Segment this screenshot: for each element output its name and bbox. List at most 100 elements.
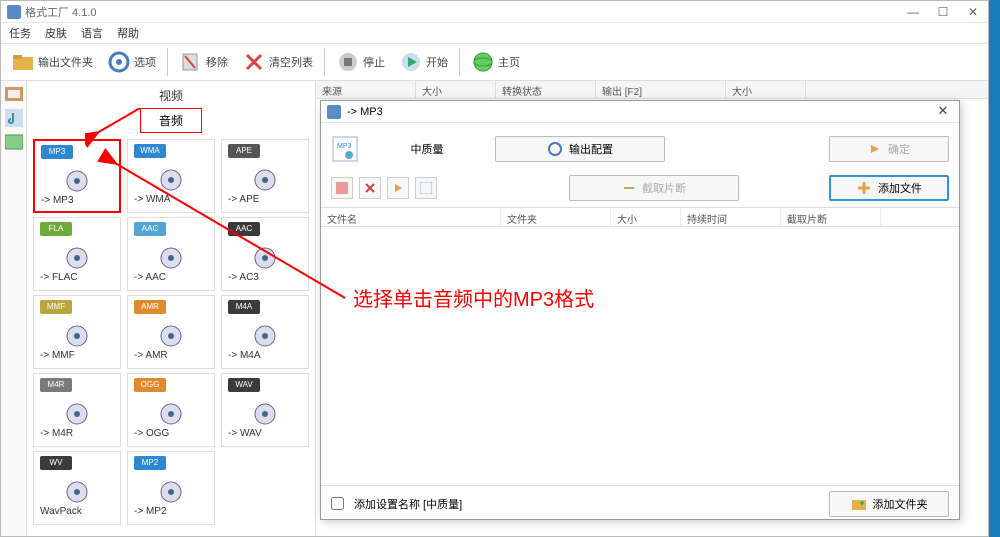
format-wav[interactable]: WAV -> WAV bbox=[221, 373, 309, 447]
format-file-icon bbox=[61, 472, 93, 504]
format-flac[interactable]: FLA-> FLAC bbox=[33, 217, 121, 291]
task-list-header: 来源 大小 转换状态 输出 [F2] 大小 bbox=[316, 81, 988, 99]
ok-button[interactable]: 确定 bbox=[829, 136, 949, 162]
picture-tab-icon[interactable] bbox=[5, 133, 23, 151]
format-label: -> WMA bbox=[134, 194, 170, 205]
add-file-button[interactable]: 添加文件 bbox=[829, 175, 949, 201]
col-status[interactable]: 转换状态 bbox=[496, 81, 596, 98]
format-wv[interactable]: WVWavPack bbox=[33, 451, 121, 525]
format-amr[interactable]: AMR-> AMR bbox=[127, 295, 215, 369]
format-file-icon bbox=[155, 238, 187, 270]
format-ape[interactable]: APE-> APE bbox=[221, 139, 309, 213]
format-label: -> AC3 bbox=[228, 272, 259, 283]
format-badge: WV bbox=[40, 456, 72, 470]
arrow-right-icon bbox=[868, 142, 882, 156]
x-icon bbox=[364, 182, 376, 194]
format-badge: MP2 bbox=[134, 456, 166, 470]
dialog-close-button[interactable]: ✕ bbox=[931, 103, 955, 119]
format-label: -> M4R bbox=[40, 428, 73, 439]
col-source[interactable]: 来源 bbox=[316, 81, 416, 98]
stop-button[interactable]: 停止 bbox=[330, 47, 391, 77]
clear-button[interactable]: 清空列表 bbox=[236, 47, 319, 77]
col-size2[interactable]: 大小 bbox=[726, 81, 806, 98]
output-folder-button[interactable]: 输出文件夹 bbox=[5, 47, 99, 77]
close-button[interactable]: ✕ bbox=[958, 1, 988, 23]
add-setting-checkbox[interactable] bbox=[331, 497, 344, 510]
minimize-button[interactable]: — bbox=[898, 1, 928, 23]
format-file-icon bbox=[249, 238, 281, 270]
format-badge: MMF bbox=[40, 300, 72, 314]
maximize-button[interactable]: ☐ bbox=[928, 1, 958, 23]
remove-button[interactable]: 移除 bbox=[173, 47, 234, 77]
quality-label: 中质量 bbox=[367, 141, 487, 157]
separator bbox=[459, 48, 460, 76]
clear-icon bbox=[336, 182, 348, 194]
option-button[interactable]: 选项 bbox=[101, 47, 162, 77]
format-badge: WAV bbox=[228, 378, 260, 392]
format-m4r[interactable]: M4R -> M4R bbox=[33, 373, 121, 447]
format-badge: OGG bbox=[134, 378, 166, 392]
play-preview-button[interactable] bbox=[387, 177, 409, 199]
start-button[interactable]: 开始 bbox=[393, 47, 454, 77]
menu-help[interactable]: 帮助 bbox=[117, 25, 139, 41]
format-ogg[interactable]: OGG -> OGG bbox=[127, 373, 215, 447]
format-wma[interactable]: WMA-> WMA bbox=[127, 139, 215, 213]
dialog-title: -> MP3 bbox=[347, 106, 383, 118]
home-button[interactable]: 主页 bbox=[465, 47, 526, 77]
format-mp3[interactable]: MP3-> MP3 bbox=[33, 139, 121, 213]
category-video[interactable]: 视频 bbox=[27, 81, 315, 108]
col-duration[interactable]: 持续时间 bbox=[681, 208, 781, 226]
scissors-icon bbox=[622, 181, 636, 195]
col-folder[interactable]: 文件夹 bbox=[501, 208, 611, 226]
col-size[interactable]: 大小 bbox=[416, 81, 496, 98]
dialog-top-row: MP3 中质量 输出配置 确定 bbox=[321, 123, 959, 169]
menubar: 任务 皮肤 语言 帮助 bbox=[1, 23, 988, 43]
titlebar: 格式工厂 4.1.0 — ☐ ✕ bbox=[1, 1, 988, 23]
info-button[interactable] bbox=[415, 177, 437, 199]
format-file-icon bbox=[61, 394, 93, 426]
app-icon bbox=[7, 5, 21, 19]
separator bbox=[167, 48, 168, 76]
dialog-mid-row: 截取片断 添加文件 bbox=[321, 169, 959, 207]
clear-files-button[interactable] bbox=[331, 177, 353, 199]
format-grid: MP3-> MP3WMA-> WMAAPE-> APEFLA-> FLACAAC… bbox=[27, 139, 315, 525]
format-m4a[interactable]: M4A-> M4A bbox=[221, 295, 309, 369]
menu-skin[interactable]: 皮肤 bbox=[45, 25, 67, 41]
plus-icon bbox=[856, 180, 872, 196]
audio-tab-icon[interactable] bbox=[5, 109, 23, 127]
format-badge: MP3 bbox=[41, 145, 73, 159]
format-file-icon bbox=[155, 394, 187, 426]
category-audio[interactable]: 音频 bbox=[140, 108, 202, 133]
format-file-icon bbox=[61, 316, 93, 348]
remove-icon bbox=[179, 50, 203, 74]
format-file-icon bbox=[155, 472, 187, 504]
folder-icon bbox=[11, 50, 35, 74]
output-config-button[interactable]: 输出配置 bbox=[495, 136, 665, 162]
col-size[interactable]: 大小 bbox=[611, 208, 681, 226]
format-mmf[interactable]: MMF-> MMF bbox=[33, 295, 121, 369]
col-filename[interactable]: 文件名 bbox=[321, 208, 501, 226]
col-output[interactable]: 输出 [F2] bbox=[596, 81, 726, 98]
mp3-format-icon: MP3 bbox=[331, 135, 359, 163]
format-badge: AAC bbox=[134, 222, 166, 236]
toolbar: 输出文件夹 选项 移除 清空列表 停止 开始 主页 bbox=[1, 43, 988, 81]
format-file-icon bbox=[249, 316, 281, 348]
format-label: -> OGG bbox=[134, 428, 169, 439]
col-clip[interactable]: 截取片断 bbox=[781, 208, 881, 226]
menu-lang[interactable]: 语言 bbox=[81, 25, 103, 41]
format-ac3[interactable]: AAC-> AC3 bbox=[221, 217, 309, 291]
remove-file-button[interactable] bbox=[359, 177, 381, 199]
format-aac[interactable]: AAC-> AAC bbox=[127, 217, 215, 291]
clip-button[interactable]: 截取片断 bbox=[569, 175, 739, 201]
format-file-icon bbox=[61, 161, 93, 193]
format-mp2[interactable]: MP2-> MP2 bbox=[127, 451, 215, 525]
gear-icon bbox=[547, 141, 563, 157]
format-label: -> WAV bbox=[228, 428, 262, 439]
folder-plus-icon bbox=[851, 496, 867, 512]
menu-task[interactable]: 任务 bbox=[9, 25, 31, 41]
dialog-list-header: 文件名 文件夹 大小 持续时间 截取片断 bbox=[321, 207, 959, 227]
video-tab-icon[interactable] bbox=[5, 85, 23, 103]
add-folder-button[interactable]: 添加文件夹 bbox=[829, 491, 949, 517]
format-badge: M4R bbox=[40, 378, 72, 392]
info-icon bbox=[420, 182, 432, 194]
